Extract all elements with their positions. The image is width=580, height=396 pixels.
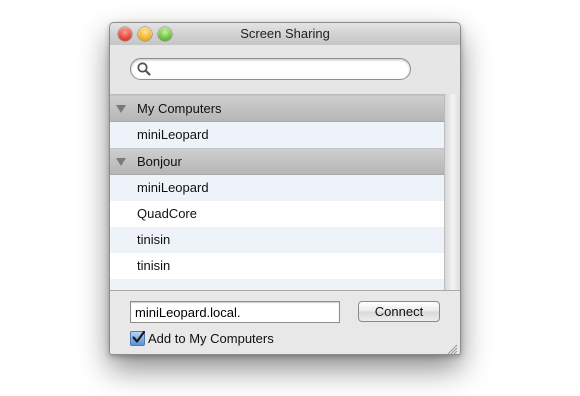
- group-label: Bonjour: [137, 154, 182, 169]
- connect-panel: Connect Add to My Computers: [110, 290, 460, 354]
- search-field[interactable]: [130, 58, 411, 80]
- disclosure-triangle-icon[interactable]: [116, 105, 126, 113]
- window-title: Screen Sharing: [240, 26, 330, 41]
- resize-grip-icon[interactable]: [447, 342, 458, 354]
- address-field[interactable]: [130, 301, 340, 323]
- list-item[interactable]: miniLeopard: [110, 175, 444, 201]
- vertical-scrollbar[interactable]: [444, 94, 460, 290]
- disclosure-triangle-icon[interactable]: [116, 158, 126, 166]
- connect-button[interactable]: Connect: [358, 301, 440, 322]
- search-input[interactable]: [153, 60, 403, 76]
- add-to-my-computers-option[interactable]: Add to My Computers: [130, 329, 274, 347]
- list-item[interactable]: tinisin: [110, 227, 444, 253]
- group-label: My Computers: [137, 101, 222, 116]
- screen-sharing-window: Screen Sharing My Computers miniLeopard …: [109, 22, 461, 355]
- close-window-button[interactable]: [118, 27, 132, 41]
- add-to-my-computers-checkbox[interactable]: [130, 330, 146, 346]
- list-item[interactable]: QuadCore: [110, 201, 444, 227]
- group-header-my-computers[interactable]: My Computers: [110, 95, 444, 122]
- computer-list: My Computers miniLeopard Bonjour miniLeo…: [110, 94, 444, 291]
- search-icon: [136, 61, 152, 77]
- list-item[interactable]: tinisin: [110, 253, 444, 279]
- zoom-window-button[interactable]: [158, 27, 172, 41]
- group-header-bonjour[interactable]: Bonjour: [110, 148, 444, 175]
- checkbox-label: Add to My Computers: [148, 330, 274, 346]
- title-bar[interactable]: Screen Sharing: [110, 23, 460, 45]
- checkmark-icon: [132, 330, 146, 343]
- list-item[interactable]: miniLeopard: [110, 122, 444, 148]
- minimize-window-button[interactable]: [138, 27, 152, 41]
- toolbar: [110, 45, 460, 94]
